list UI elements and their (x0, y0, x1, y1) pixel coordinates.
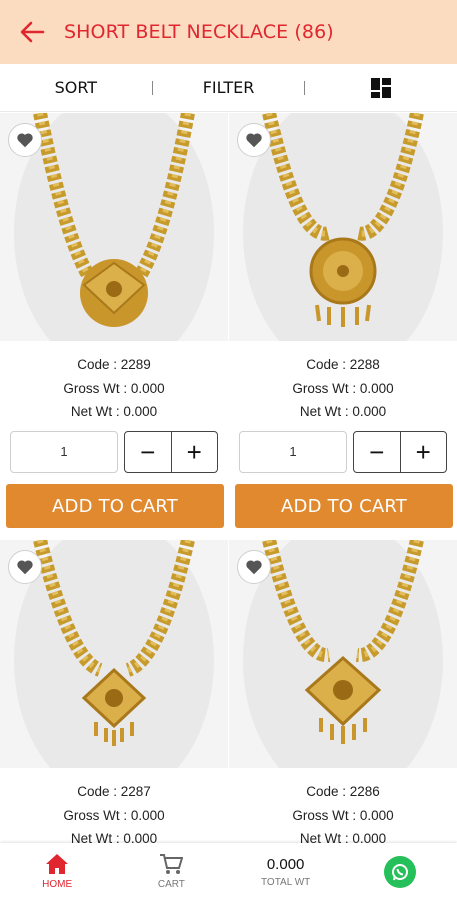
product-details: Code : 2287 Gross Wt : 0.000 Net Wt : 0.… (0, 780, 228, 843)
nav-cart[interactable]: CART (114, 843, 228, 900)
nav-home[interactable]: HOME (0, 843, 114, 900)
filter-button[interactable]: FILTER (153, 78, 305, 97)
product-code: Code : 2287 (77, 784, 151, 799)
bottom-navigation: HOME CART 0.000 TOTAL WT (0, 843, 457, 900)
net-weight: Net Wt : 0.000 (70, 831, 158, 843)
net-weight: Net Wt : 0.000 (299, 831, 387, 843)
total-weight-value: 0.000 (266, 855, 305, 873)
whatsapp-icon (383, 855, 416, 888)
back-arrow-icon (20, 21, 45, 43)
product-details: Code : 2289 Gross Wt : 0.000 Net Wt : 0.… (0, 353, 228, 424)
gross-weight: Gross Wt : 0.000 (63, 807, 165, 823)
product-code: Code : 2288 (306, 357, 380, 372)
cart-icon (160, 854, 184, 874)
quantity-stepper: − + (124, 431, 218, 473)
nav-whatsapp[interactable] (343, 843, 457, 900)
heart-icon (17, 560, 33, 575)
heart-icon (17, 133, 33, 148)
increment-button[interactable]: + (170, 432, 218, 472)
sort-filter-toolbar: SORT FILTER (0, 64, 457, 112)
heart-icon (246, 133, 262, 148)
sort-button[interactable]: SORT (0, 78, 152, 97)
heart-icon (246, 560, 262, 575)
net-weight: Net Wt : 0.000 (70, 404, 158, 419)
increment-button[interactable]: + (399, 432, 447, 472)
home-icon (46, 854, 69, 874)
gross-weight: Gross Wt : 0.000 (292, 380, 394, 396)
back-button[interactable] (0, 0, 64, 64)
wishlist-button[interactable] (237, 550, 271, 584)
gross-weight: Gross Wt : 0.000 (292, 807, 394, 823)
net-weight: Net Wt : 0.000 (299, 404, 387, 419)
nav-total-weight[interactable]: 0.000 TOTAL WT (229, 843, 343, 900)
product-grid: Code : 2289 Gross Wt : 0.000 Net Wt : 0.… (0, 113, 457, 843)
decrement-button[interactable]: − (354, 432, 400, 472)
decrement-button[interactable]: − (125, 432, 171, 472)
add-to-cart-button[interactable]: ADD TO CART (235, 484, 453, 528)
quantity-input[interactable]: 1 (239, 431, 347, 473)
wishlist-button[interactable] (8, 123, 42, 157)
wishlist-button[interactable] (8, 550, 42, 584)
product-details: Code : 2286 Gross Wt : 0.000 Net Wt : 0.… (229, 780, 457, 843)
quantity-input[interactable]: 1 (10, 431, 118, 473)
nav-home-label: HOME (42, 879, 73, 890)
add-to-cart-button[interactable]: ADD TO CART (6, 484, 224, 528)
quantity-stepper: − + (353, 431, 447, 473)
product-details: Code : 2288 Gross Wt : 0.000 Net Wt : 0.… (229, 353, 457, 424)
app-header: SHORT BELT NECKLACE (86) (0, 0, 457, 64)
product-code: Code : 2286 (306, 784, 380, 799)
grid-view-icon (371, 77, 392, 98)
wishlist-button[interactable] (237, 123, 271, 157)
grid-view-button[interactable] (305, 77, 457, 98)
product-code: Code : 2289 (77, 357, 151, 372)
nav-cart-label: CART (157, 879, 185, 890)
page-title: SHORT BELT NECKLACE (86) (64, 21, 334, 43)
gross-weight: Gross Wt : 0.000 (63, 380, 165, 396)
total-weight-label: TOTAL WT (260, 876, 311, 888)
